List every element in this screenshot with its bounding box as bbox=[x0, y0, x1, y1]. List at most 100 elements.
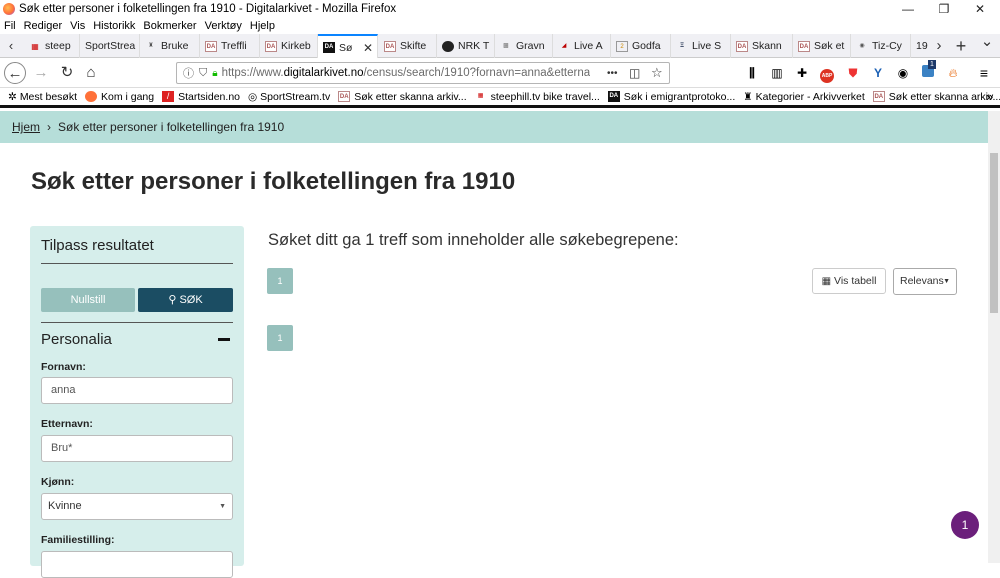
tab-scroll-left-icon[interactable]: ‹ bbox=[0, 35, 22, 57]
menu-historikk[interactable]: Historikk bbox=[93, 20, 135, 32]
bookmark-sok-skanna-1[interactable]: DA Søk etter skanna arkiv... bbox=[338, 91, 467, 103]
tab-nrk[interactable]: NRK T bbox=[437, 34, 495, 58]
tab-godfather[interactable]: 2 Godfa bbox=[611, 34, 671, 58]
pagination-page-top[interactable]: 1 bbox=[267, 268, 293, 294]
close-tab-icon[interactable]: ✕ bbox=[363, 41, 373, 55]
fornavn-input[interactable]: anna bbox=[41, 377, 233, 404]
tab-sok-etter[interactable]: DA Søk et bbox=[793, 34, 851, 58]
da-favicon-icon: DA bbox=[265, 40, 277, 52]
tab-list-icon[interactable]: ⌄ bbox=[976, 31, 998, 53]
notification-badge[interactable]: 1 bbox=[951, 511, 979, 539]
bookmark-steephill[interactable]: ▦ steephill.tv bike travel... bbox=[475, 91, 600, 103]
chevron-down-icon: ▼ bbox=[219, 503, 226, 510]
tab-steephill[interactable]: ▦ steep bbox=[24, 34, 80, 58]
breadcrumb-current: Søk etter personer i folketellingen fra … bbox=[58, 120, 285, 134]
tab-treffliste[interactable]: DA Treffli bbox=[200, 34, 260, 58]
bookmark-sok-skanna-2[interactable]: DA Søk etter skanna arkiv... bbox=[872, 91, 1000, 103]
hamburger-menu-icon[interactable]: ≡ bbox=[976, 65, 992, 81]
sidebar-icon[interactable]: ▥ bbox=[769, 65, 785, 81]
bookmark-sportstream[interactable]: ◎ SportStream.tv bbox=[248, 91, 330, 103]
tab-kirkebok[interactable]: DA Kirkeb bbox=[260, 34, 318, 58]
divider bbox=[41, 322, 233, 323]
fornavn-label: Fornavn: bbox=[41, 361, 86, 373]
gravminner-favicon-icon: ▩ bbox=[503, 42, 509, 49]
library-icon[interactable]: ⫼ bbox=[744, 65, 760, 81]
account-icon[interactable]: ◉ bbox=[895, 65, 911, 81]
firefox-extension-icon[interactable]: 🔥︎ bbox=[945, 65, 961, 81]
menu-bar: Fil Rediger Vis Historikk Bokmerker Verk… bbox=[0, 18, 1000, 34]
page-scrollbar[interactable] bbox=[988, 111, 1000, 563]
search-button[interactable]: ⚲ SØK bbox=[138, 288, 233, 312]
lock-icon[interactable]: 🔒︎ bbox=[212, 68, 217, 79]
menu-rediger[interactable]: Rediger bbox=[24, 20, 63, 32]
tab-tiz-cycling[interactable]: ◉ Tiz-Cy bbox=[851, 34, 911, 58]
breadcrumb-separator: › bbox=[47, 120, 52, 134]
arkivverket-favicon-icon: ♜ bbox=[743, 90, 753, 103]
tab-active-sok[interactable]: DA Sø ✕ bbox=[318, 34, 378, 59]
new-tab-button[interactable]: + bbox=[950, 35, 972, 57]
bookmark-startsiden[interactable]: / Startsiden.no bbox=[162, 91, 240, 103]
url-bar[interactable]: ⓘ ⛉ 🔒︎ https://www.digitalarkivet.no/cen… bbox=[176, 62, 670, 84]
menu-fil[interactable]: Fil bbox=[4, 20, 16, 32]
live-favicon-icon: ◢ bbox=[561, 42, 567, 49]
extensions-icon[interactable]: ✚ bbox=[794, 65, 810, 81]
tracking-shield-icon[interactable]: ⛉ bbox=[199, 67, 207, 80]
da-favicon-icon: DA bbox=[205, 40, 217, 52]
v-extension-icon[interactable]: Y bbox=[870, 65, 886, 81]
nrk-favicon-icon bbox=[442, 40, 454, 52]
da-favicon-icon: DA bbox=[736, 40, 748, 52]
url-text[interactable]: https://www.digitalarkivet.no/census/sea… bbox=[222, 67, 591, 79]
bookmark-kategorier[interactable]: ♜ Kategorier - Arkivverket bbox=[743, 91, 865, 103]
menu-verktoy[interactable]: Verktøy bbox=[205, 20, 242, 32]
vis-tabell-button[interactable]: ▦ Vis tabell bbox=[812, 268, 886, 294]
sort-select[interactable]: Relevans ▼ bbox=[893, 268, 957, 295]
etternavn-input[interactable]: Bru* bbox=[41, 435, 233, 462]
breadcrumb-home-link[interactable]: Hjem bbox=[12, 120, 40, 134]
page-actions-button[interactable]: ••• bbox=[607, 68, 618, 79]
tab-sportstream[interactable]: SportStrea bbox=[80, 34, 140, 58]
scrollbar-thumb[interactable] bbox=[990, 153, 998, 313]
bookmark-mest-besokt[interactable]: ✲ Mest besøkt bbox=[8, 91, 77, 103]
extension-badge: 1 bbox=[928, 60, 936, 69]
familiestilling-select[interactable] bbox=[41, 551, 233, 578]
home-button[interactable]: ⌂ bbox=[80, 62, 102, 84]
tab-scroll-right-icon[interactable]: › bbox=[928, 35, 950, 57]
tab-gravminner[interactable]: ▩ Gravn bbox=[495, 34, 553, 58]
sidebar-heading: Tilpass resultatet bbox=[41, 237, 154, 254]
search-icon: ⚲ bbox=[168, 294, 180, 306]
bookmark-kom-i-gang[interactable]: Kom i gang bbox=[85, 91, 154, 103]
forward-button[interactable]: → bbox=[30, 62, 52, 84]
ublock-shield-icon[interactable]: ⛊ bbox=[845, 65, 861, 81]
collapse-section-icon[interactable] bbox=[218, 338, 230, 341]
menu-hjelp[interactable]: Hjelp bbox=[250, 20, 275, 32]
reload-button[interactable]: ↻ bbox=[56, 62, 78, 84]
menu-vis[interactable]: Vis bbox=[70, 20, 85, 32]
bookmark-star-icon[interactable]: ☆ bbox=[651, 65, 663, 81]
kjonn-select[interactable]: Kvinne ▼ bbox=[41, 493, 233, 520]
filter-sidebar: Tilpass resultatet Nullstill ⚲ SØK Perso… bbox=[30, 226, 244, 578]
pocket-icon[interactable]: ◫ bbox=[629, 66, 640, 80]
bookmarks-bar: ✲ Mest besøkt Kom i gang / Startsiden.no ◎… bbox=[0, 88, 1000, 108]
tab-live-s[interactable]: Ξ Live S bbox=[671, 34, 731, 58]
close-window-button[interactable]: ✕ bbox=[962, 0, 998, 18]
back-button[interactable]: ← bbox=[4, 62, 26, 84]
tab-live-a[interactable]: ◢ Live A bbox=[553, 34, 611, 58]
chevron-down-icon: ▼ bbox=[943, 278, 950, 285]
info-icon[interactable]: ⓘ bbox=[183, 65, 194, 81]
bookmark-emigrantprotokoll[interactable]: DA Søk i emigrantprotoko... bbox=[607, 91, 735, 103]
menu-bokmerker[interactable]: Bokmerker bbox=[143, 20, 196, 32]
reset-button[interactable]: Nullstill bbox=[41, 288, 135, 312]
tab-bruker[interactable]: ♜ Bruke bbox=[140, 34, 200, 58]
window-title: Søk etter personer i folketellingen fra … bbox=[19, 3, 397, 15]
tab-skifte[interactable]: DA Skifte bbox=[379, 34, 437, 58]
adblock-plus-icon[interactable]: ABP bbox=[820, 69, 834, 83]
tab-skanna[interactable]: DA Skann bbox=[731, 34, 793, 58]
tab-19[interactable]: 19 bbox=[911, 34, 929, 58]
globe-icon: ◎ bbox=[248, 90, 258, 103]
steephill-favicon-icon: ▦ bbox=[31, 41, 39, 51]
bookmarks-overflow-icon[interactable]: » bbox=[986, 89, 993, 104]
pagination-page-bottom[interactable]: 1 bbox=[267, 325, 293, 351]
minimize-button[interactable]: — bbox=[890, 0, 926, 18]
gear-icon: ✲ bbox=[8, 90, 17, 103]
restore-button[interactable]: ❐ bbox=[926, 0, 962, 18]
